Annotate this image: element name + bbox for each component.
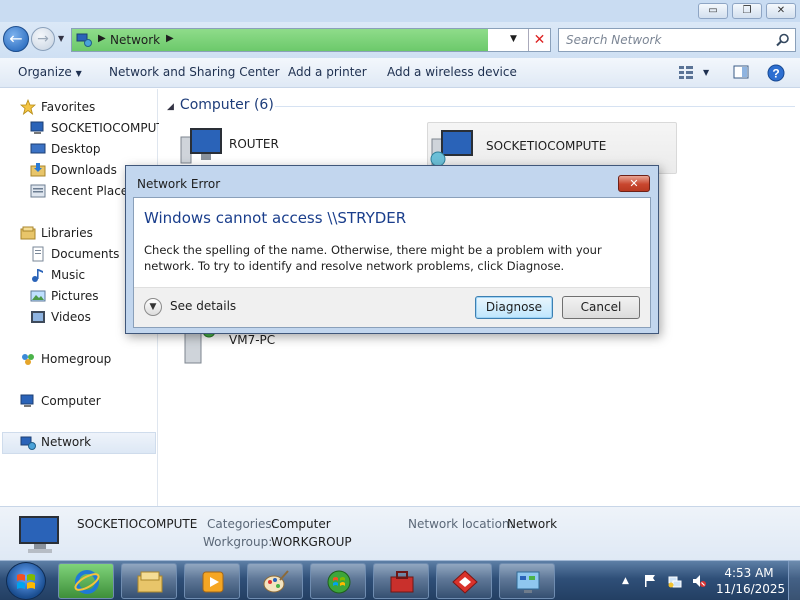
restore-button[interactable]: ❐	[732, 3, 762, 19]
recent-pages-dropdown-icon[interactable]: ▼	[58, 34, 64, 43]
details-workgroup-label: Workgroup:	[203, 535, 273, 549]
taskbar: ▲ 4:53 AM 11/16/2025	[0, 560, 800, 600]
computer-icon	[20, 394, 34, 407]
libraries-icon	[20, 226, 36, 240]
view-options-chevron-icon[interactable]: ▼	[703, 68, 709, 77]
media-center-icon	[327, 570, 351, 594]
action-center-flag-icon[interactable]	[643, 574, 657, 588]
parallels-icon	[452, 570, 478, 594]
collapse-triangle-icon[interactable]: ◢	[167, 102, 174, 112]
dialog-title: Network Error	[137, 177, 221, 191]
star-icon	[20, 99, 36, 115]
system-clock[interactable]: 4:53 AM 11/16/2025	[716, 565, 786, 597]
documents-icon	[32, 246, 44, 262]
network-error-dialog: Network Error ✕ Windows cannot access \\…	[125, 165, 659, 334]
start-button[interactable]	[6, 562, 46, 600]
minimize-button[interactable]: ▭	[698, 3, 728, 19]
computer-icon	[430, 130, 473, 167]
taskbar-internet-explorer[interactable]	[58, 563, 114, 599]
taskbar-windows-explorer[interactable]	[121, 563, 177, 599]
organize-menu[interactable]: Organize ▼	[18, 65, 82, 79]
music-icon	[32, 269, 43, 282]
breadcrumb-chevron-icon[interactable]: ▶	[98, 33, 106, 44]
group-divider	[275, 106, 795, 107]
close-window-button[interactable]: ✕	[766, 3, 796, 19]
details-categories-label: Categories:	[207, 517, 276, 531]
windows-logo-icon	[17, 574, 35, 589]
breadcrumb-chevron-icon[interactable]: ▶	[166, 33, 174, 44]
network-icon	[76, 33, 92, 47]
paint-icon	[263, 570, 289, 593]
details-pane: SOCKETIOCOMPUTE Categories: Computer Wor…	[0, 506, 800, 560]
media-player-icon	[202, 571, 224, 593]
dialog-close-button[interactable]: ✕	[618, 175, 650, 192]
pictures-icon	[30, 290, 46, 302]
preview-pane-icon[interactable]	[733, 64, 749, 80]
volume-muted-icon[interactable]	[692, 574, 706, 588]
nav-network[interactable]: Network	[2, 432, 156, 454]
taskbar-control-panel[interactable]	[499, 563, 555, 599]
clock-date: 11/16/2025	[716, 582, 786, 596]
address-dropdown-icon[interactable]: ▼	[510, 34, 517, 44]
details-location-label: Network location:	[408, 517, 514, 531]
details-location-value: Network	[507, 517, 558, 531]
navigation-bar: ← → ▼ ▶ Network ▶ ▼ ✕ Search Network	[0, 22, 800, 58]
details-name: SOCKETIOCOMPUTE	[77, 517, 198, 531]
computer-icon	[180, 128, 222, 164]
details-categories-value: Computer	[271, 517, 331, 531]
show-desktop-button[interactable]	[788, 561, 800, 600]
help-icon[interactable]: ?	[767, 64, 785, 82]
computer-item-router[interactable]: ROUTER	[177, 123, 407, 171]
network-icon	[20, 436, 36, 450]
folder-icon	[137, 571, 163, 593]
dialog-heading: Windows cannot access \\STRYDER	[144, 209, 407, 227]
back-button[interactable]: ←	[3, 26, 29, 52]
taskbar-parallels[interactable]	[436, 563, 492, 599]
dialog-message: Check the spelling of the name. Otherwis…	[144, 243, 602, 273]
search-icon[interactable]	[776, 33, 790, 47]
computer-icon	[19, 516, 59, 553]
command-bar: Organize ▼ Network and Sharing Center Ad…	[0, 58, 800, 88]
stop-icon[interactable]: ✕	[528, 29, 550, 51]
search-input[interactable]: Search Network	[558, 28, 796, 52]
downloads-icon	[30, 163, 46, 177]
cancel-button[interactable]: Cancel	[562, 296, 640, 319]
breadcrumb-network[interactable]: Network	[110, 33, 160, 47]
taskbar-toolbox[interactable]	[373, 563, 429, 599]
desktop-icon	[30, 143, 46, 154]
expand-details-chevron-icon[interactable]: ▼	[144, 298, 162, 316]
recent-places-icon	[30, 184, 46, 198]
network-tray-icon[interactable]	[668, 574, 682, 588]
dialog-footer: ▼ See details Diagnose Cancel	[134, 287, 650, 327]
address-bar[interactable]: ▶ Network ▶ ▼ ✕	[71, 28, 551, 52]
control-panel-icon	[516, 571, 540, 593]
taskbar-media-center[interactable]	[310, 563, 366, 599]
search-placeholder: Search Network	[566, 33, 662, 47]
forward-button[interactable]: →	[31, 27, 55, 51]
show-hidden-icons-icon[interactable]: ▲	[622, 574, 636, 588]
chevron-down-icon: ▼	[75, 69, 82, 78]
dialog-body: Windows cannot access \\STRYDER Check th…	[133, 197, 651, 328]
videos-icon	[31, 311, 45, 323]
internet-explorer-icon	[74, 570, 100, 594]
change-view-icon[interactable]	[678, 64, 694, 80]
clock-time: 4:53 AM	[724, 566, 774, 580]
add-printer-button[interactable]: Add a printer	[288, 65, 367, 79]
network-sharing-center-button[interactable]: Network and Sharing Center	[109, 65, 280, 79]
toolbox-icon	[390, 571, 414, 593]
taskbar-paint[interactable]	[247, 563, 303, 599]
homegroup-icon	[22, 354, 34, 365]
group-header[interactable]: ◢ Computer (6)	[167, 97, 274, 113]
diagnose-button[interactable]: Diagnose	[475, 296, 553, 319]
add-wireless-device-button[interactable]: Add a wireless device	[387, 65, 517, 79]
computer-icon	[30, 121, 44, 134]
svg-text:?: ?	[772, 67, 779, 81]
see-details-toggle[interactable]: See details	[170, 299, 236, 313]
details-workgroup-value: WORKGROUP	[271, 535, 352, 549]
taskbar-media-player[interactable]	[184, 563, 240, 599]
